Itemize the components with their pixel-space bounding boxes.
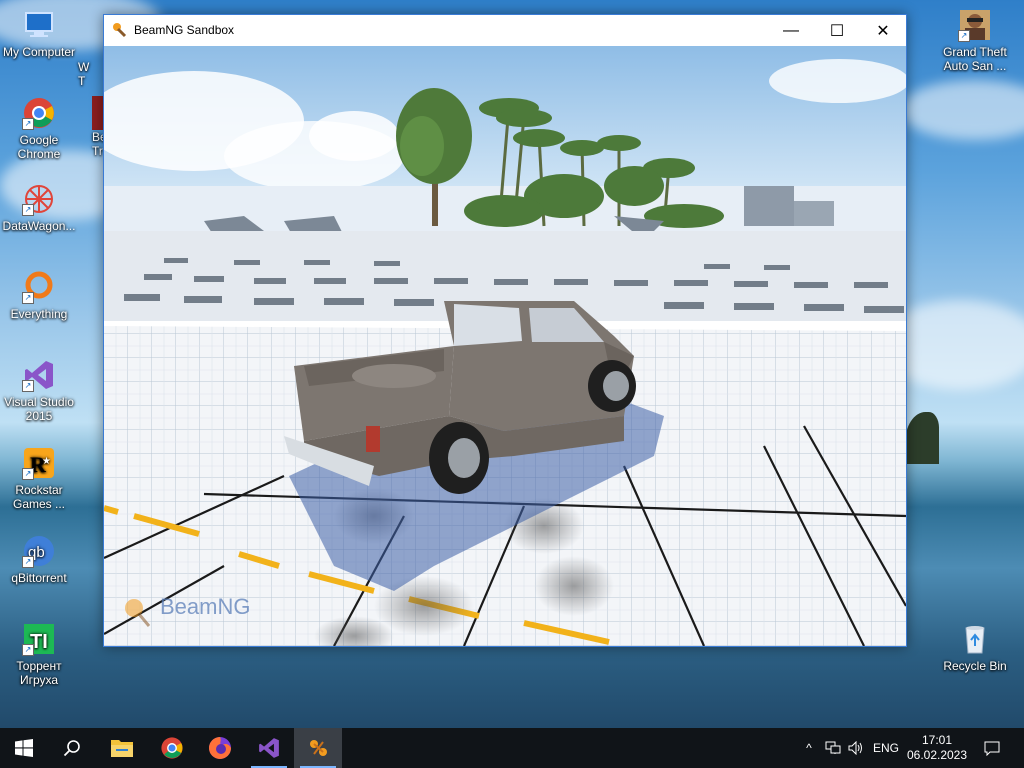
desktop-icon-torrent-igruha[interactable]: TI ↗ Торрент Игруха [1,622,77,687]
tray-chevron[interactable]: ^ [800,728,818,768]
desktop-icon-label: qBittorrent [11,571,67,585]
maximize-icon: ☐ [829,22,845,40]
window-titlebar[interactable]: BeamNG Sandbox — ☐ ✕ [104,15,906,46]
rockstar-icon: R ★ ↗ [22,446,56,480]
datawagon-icon: ↗ [22,182,56,216]
desktop-icon-gta[interactable]: ↗ Grand Theft Auto San ... [937,8,1013,73]
tray-clock[interactable]: 17:01 06.02.2023 [904,728,970,768]
volume-icon [848,741,862,755]
taskbar-chrome[interactable] [148,728,196,768]
desktop-icon-datawagon[interactable]: ↗ DataWagon... [1,182,77,233]
window-title: BeamNG Sandbox [134,23,235,37]
network-icon [825,741,841,754]
recycle-bin-icon [958,622,992,656]
tray-notifications[interactable] [976,728,1008,768]
beamng-icon [310,740,327,756]
distant-building [744,186,794,226]
desktop-icon-label: Google Chrome [17,133,61,161]
taskbar-beamng[interactable] [294,728,342,768]
desktop-icon-chrome[interactable]: ↗ Google Chrome [1,96,77,161]
cloud [309,111,399,161]
chrome-icon [161,737,183,759]
taskbar-visual-studio[interactable] [245,728,293,768]
start-icon [15,739,33,757]
game-scene [104,46,906,646]
language-label: ENG [872,741,899,755]
minimize-button[interactable]: — [768,15,814,46]
beamng-watermark-text: BeamNG [160,594,251,619]
tray-network[interactable] [822,728,844,768]
desktop-icon-label: My Computer [2,45,76,59]
svg-text:★: ★ [42,456,51,467]
distant-building [794,201,834,226]
desktop-icon-label: Rockstar Games ... [12,483,65,511]
close-button[interactable]: ✕ [860,15,906,46]
qbittorrent-icon: qb ↗ [22,534,56,568]
start-button[interactable] [0,728,48,768]
desktop-icon-visual-studio[interactable]: ↗ Visual Studio 2015 [1,358,77,423]
desktop-icon-label: Recycle Bin [943,659,1007,673]
desktop-icon-rockstar[interactable]: R ★ ↗ Rockstar Games ... [1,446,77,511]
chrome-icon: ↗ [22,96,56,130]
desktop-icon-label: Торрент Игруха [16,659,62,687]
beamng-window[interactable]: BeamNG Sandbox — ☐ ✕ BeamNG [103,14,907,647]
desktop-icon-label: Grand Theft Auto San ... [943,45,1007,73]
desktop-icon-label: Everything [10,307,68,321]
cloud [769,59,906,103]
desktop-icon-everything[interactable]: ↗ Everything [1,270,77,321]
clock-time: 17:01 [921,733,953,747]
torrent-igruha-icon: TI ↗ [22,622,56,656]
desktop-icon-label: Visual Studio 2015 [4,395,74,423]
gta-icon: ↗ [958,8,992,42]
cloud [900,80,1024,140]
close-icon: ✕ [876,22,890,40]
everything-icon: ↗ [22,270,56,304]
file-explorer-icon [111,740,133,757]
taskbar: ^ ENG 17:01 06.02.2023 [0,728,1024,768]
tray-language[interactable]: ENG [870,728,902,768]
desktop-icon-my-computer[interactable]: My Computer [1,8,77,59]
island-rock [905,412,939,464]
game-viewport[interactable]: BeamNG [104,46,906,646]
tray-volume[interactable] [846,728,866,768]
computer-icon [22,8,56,42]
notification-icon [984,741,1000,756]
desktop-icon-qbittorrent[interactable]: qb ↗ qBittorrent [1,534,77,585]
minimize-icon: — [783,21,799,39]
taskbar-firefox[interactable] [196,728,244,768]
search-button[interactable] [48,728,96,768]
visual-studio-icon: ↗ [22,358,56,392]
taskbar-file-explorer[interactable] [98,728,146,768]
desktop-icon-recycle-bin[interactable]: Recycle Bin [937,622,1013,673]
desktop-icon-label: DataWagon... [2,219,76,233]
beamng-icon [112,22,128,38]
search-icon [63,740,80,757]
visual-studio-icon [259,738,279,758]
clock-date: 06.02.2023 [906,748,968,762]
chevron-up-icon: ^ [806,741,812,755]
maximize-button[interactable]: ☐ [814,15,860,46]
firefox-icon [209,737,231,759]
